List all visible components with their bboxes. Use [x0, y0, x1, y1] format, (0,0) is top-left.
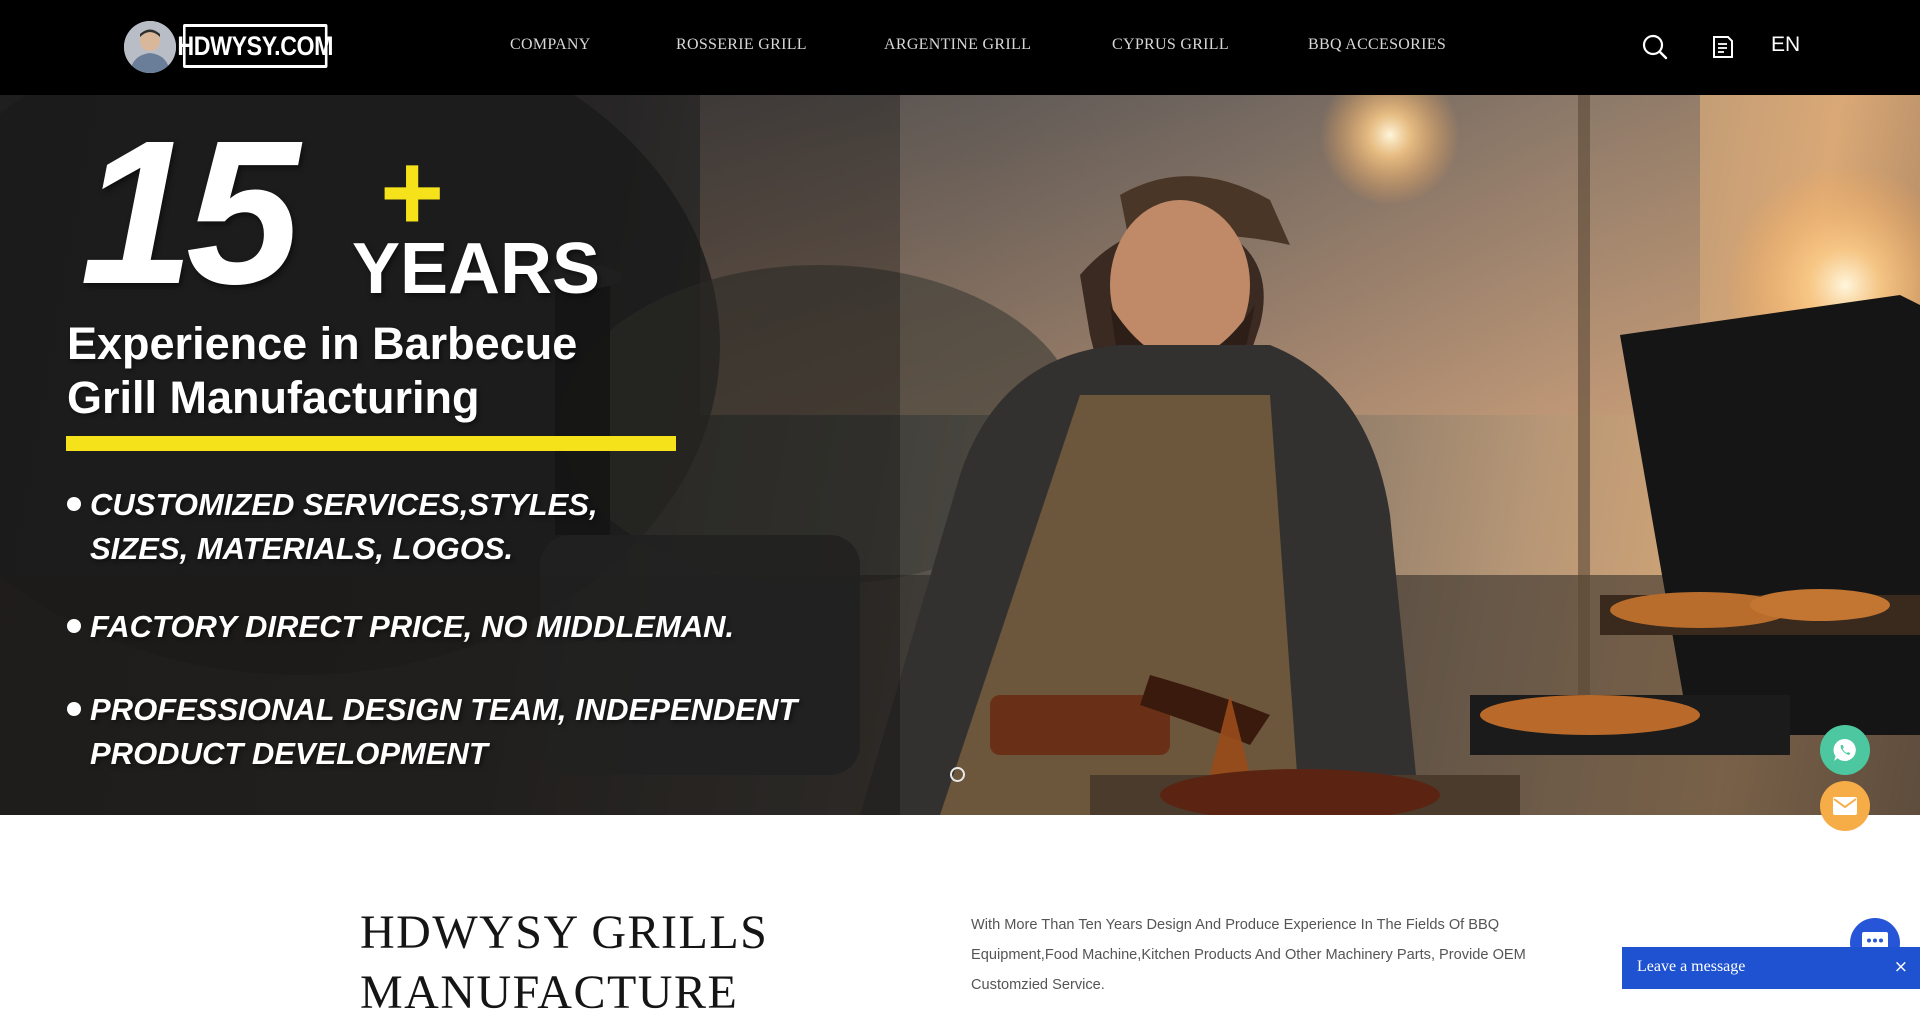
main-nav: COMPANY ROSSERIE GRILL ARGENTINE GRILL C…	[0, 0, 1920, 95]
bullet-line: SIZES, MATERIALS, LOGOS.	[90, 531, 514, 566]
experience-heading: Experience in Barbecue Grill Manufacturi…	[67, 317, 707, 425]
email-button[interactable]	[1820, 781, 1870, 831]
hero-banner: 15 + YEARS Experience in Barbecue Grill …	[0, 95, 1920, 815]
language-selector[interactable]: EN	[1771, 33, 1800, 57]
close-icon[interactable]: ×	[1894, 957, 1908, 977]
intro-title: HDWYSY GRILLS MANUFACTURE	[360, 903, 880, 1023]
feature-bullet: FACTORY DIRECT PRICE, NO MIDDLEMAN.	[67, 605, 867, 649]
slider-pagination-dot[interactable]	[950, 767, 965, 782]
nav-item-cyprus-grill[interactable]: CYPRUS GRILL	[1112, 36, 1229, 54]
document-icon[interactable]	[1712, 35, 1734, 64]
nav-item-bbq-accesories[interactable]: BBQ ACCESORIES	[1308, 36, 1446, 54]
feature-bullet: CUSTOMIZED SERVICES,STYLES, SIZES, MATER…	[67, 483, 867, 571]
feature-bullet: PROFESSIONAL DESIGN TEAM, INDEPENDENT PR…	[67, 688, 867, 776]
bullet-line: PROFESSIONAL DESIGN TEAM, INDEPENDENT	[90, 692, 798, 727]
bullet-dot	[67, 702, 81, 716]
search-icon[interactable]	[1642, 34, 1668, 65]
intro-description: With More Than Ten Years Design And Prod…	[971, 917, 1526, 993]
bullet-dot	[67, 619, 81, 633]
leave-message-label: Leave a message	[1637, 958, 1746, 975]
nav-item-argentine-grill[interactable]: ARGENTINE GRILL	[884, 36, 1031, 54]
whatsapp-button[interactable]	[1820, 725, 1870, 775]
site-header: HDWYSY.COM COMPANY ROSSERIE GRILL ARGENT…	[0, 0, 1920, 95]
bullet-line: CUSTOMIZED SERVICES,STYLES,	[90, 487, 598, 522]
nav-item-rosserie-grill[interactable]: ROSSERIE GRILL	[676, 36, 807, 54]
whatsapp-icon	[1833, 738, 1856, 761]
years-word: YEARS	[352, 229, 601, 309]
experience-line-1: Experience in Barbecue	[67, 318, 578, 369]
years-number: 15	[80, 98, 300, 327]
intro-title-line-1: HDWYSY GRILLS	[360, 906, 769, 959]
accent-bar	[66, 436, 676, 451]
intro-title-line-2: MANUFACTURE	[360, 966, 739, 1019]
bullet-line: PRODUCT DEVELOPMENT	[90, 736, 488, 771]
plus-sign: +	[380, 131, 445, 254]
nav-item-company[interactable]: COMPANY	[510, 36, 591, 54]
bullet-line: FACTORY DIRECT PRICE, NO MIDDLEMAN.	[90, 609, 735, 644]
leave-message-bar[interactable]: Leave a message ×	[1622, 947, 1920, 989]
bullet-dot	[67, 497, 81, 511]
mail-icon	[1833, 797, 1857, 815]
experience-line-2: Grill Manufacturing	[67, 372, 480, 423]
